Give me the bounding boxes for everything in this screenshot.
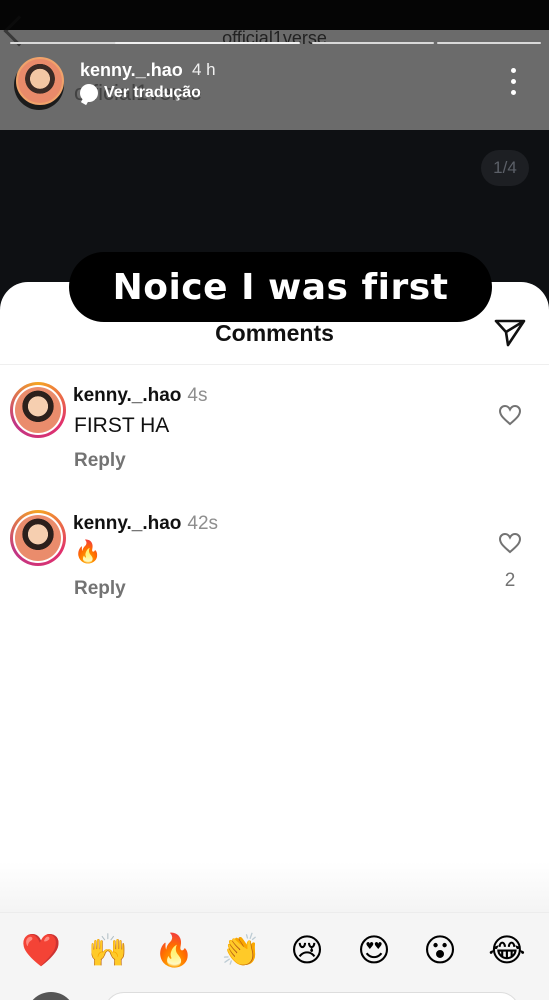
translate-button[interactable]: Ver tradução	[80, 84, 201, 102]
heart-outline-icon[interactable]	[498, 532, 522, 554]
sheet-fade	[0, 862, 549, 912]
reaction-bar	[0, 912, 549, 1000]
reaction-crying[interactable]: 😢	[287, 930, 327, 970]
comment-input[interactable]	[104, 992, 520, 1000]
avatar[interactable]	[10, 510, 66, 566]
comment-username[interactable]: kenny._.hao	[73, 385, 181, 406]
story-username[interactable]: kenny._.hao	[80, 60, 183, 81]
story-header: official1verse official1verse kenny._.ha…	[0, 0, 549, 130]
status-area	[0, 0, 549, 30]
reaction-raised-hands[interactable]: 🙌	[88, 930, 128, 970]
story-progress-segment-3	[312, 42, 434, 44]
reaction-surprised[interactable]: 😮	[420, 930, 460, 970]
comment-header: kenny._.hao 42s	[73, 513, 218, 535]
story-background-text: official1verse	[222, 28, 327, 48]
story-progress-segment-4	[437, 42, 541, 44]
caption-banner: Noice I was first	[69, 252, 492, 322]
comment-text: FIRST HA	[74, 414, 170, 437]
avatar[interactable]	[10, 382, 66, 438]
story-time: 4 h	[192, 60, 216, 79]
reaction-fire[interactable]: 🔥	[154, 930, 194, 970]
send-icon[interactable]	[494, 318, 526, 348]
comment-text: 🔥	[74, 540, 102, 565]
reaction-heart-eyes[interactable]: 😍	[354, 930, 394, 970]
translate-icon	[80, 84, 98, 102]
story-progress-segment-2	[115, 42, 300, 44]
reaction-heart[interactable]: ❤️	[21, 930, 61, 970]
comment-time: 4s	[187, 385, 208, 406]
story-avatar[interactable]	[16, 57, 64, 105]
translate-label: Ver tradução	[104, 84, 201, 101]
heart-outline-icon[interactable]	[498, 404, 522, 426]
comment-username[interactable]: kenny._.hao	[73, 513, 181, 534]
comment-header: kenny._.hao 4s	[73, 385, 207, 407]
reply-button[interactable]: Reply	[74, 450, 126, 472]
sheet-title: Comments	[215, 320, 334, 346]
more-vertical-icon[interactable]	[508, 68, 518, 100]
reaction-clap[interactable]: 👏	[221, 930, 261, 970]
story-progress-segment-1	[10, 42, 130, 44]
divider	[0, 364, 549, 365]
like-count: 2	[504, 570, 516, 591]
comment-time: 42s	[187, 513, 219, 534]
page-indicator: 1/4	[481, 150, 529, 186]
reply-button[interactable]: Reply	[74, 578, 126, 600]
reaction-laughing[interactable]: 😂	[487, 930, 527, 970]
comments-sheet: Comments kenny._.hao 4s FIRST HA Reply ke…	[0, 282, 549, 1000]
